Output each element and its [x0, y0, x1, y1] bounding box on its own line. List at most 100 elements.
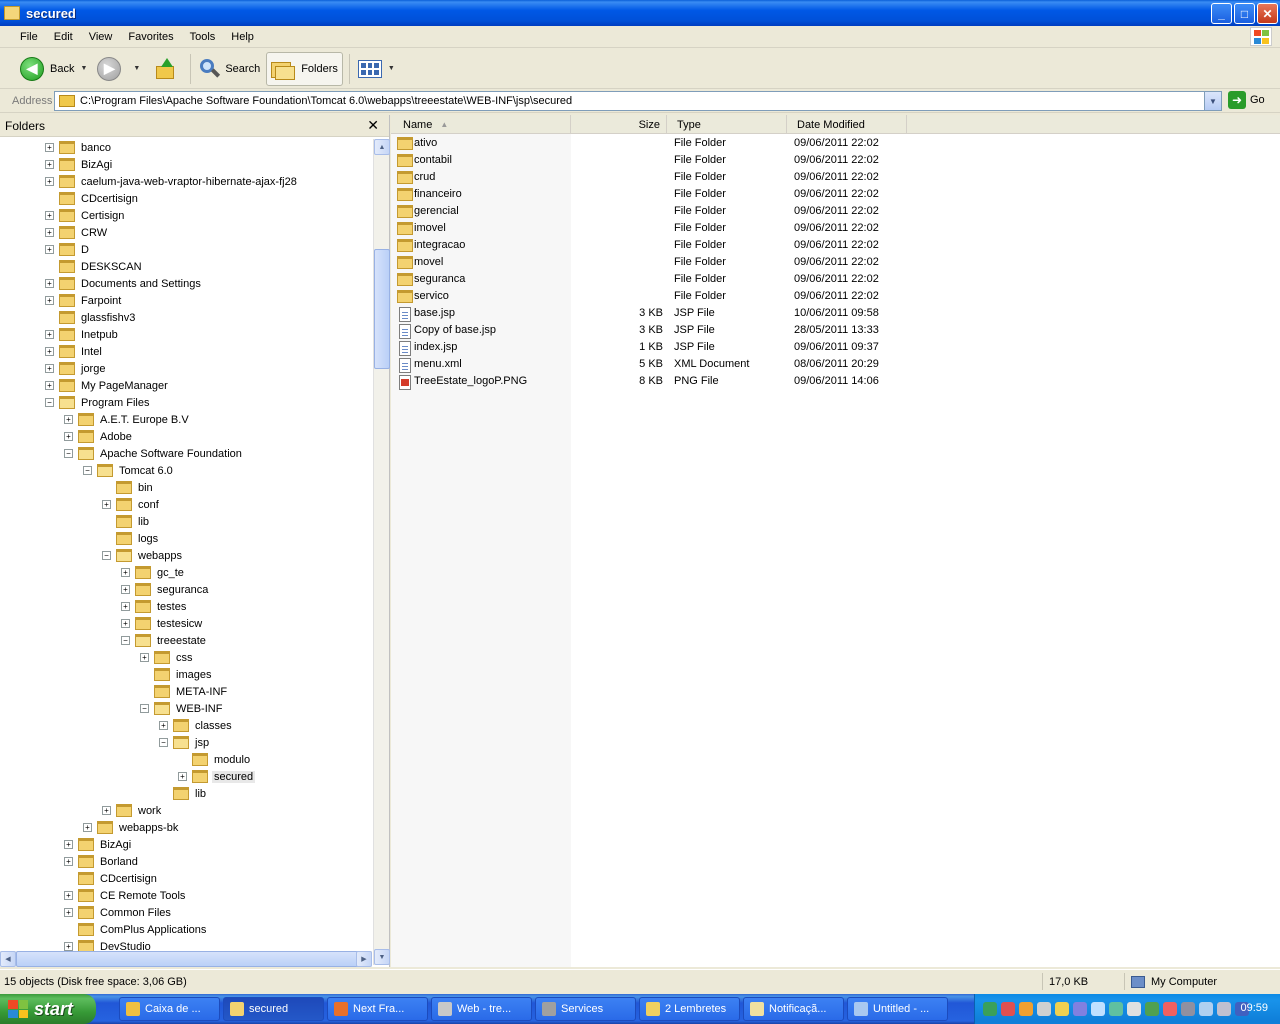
menu-edit[interactable]: Edit: [46, 29, 81, 45]
file-row[interactable]: contabil File Folder 09/06/2011 22:02: [391, 152, 991, 169]
minimize-button[interactable]: _: [1211, 3, 1232, 24]
tree-item[interactable]: − WEB-INF: [140, 700, 224, 717]
file-row[interactable]: servico File Folder 09/06/2011 22:02: [391, 288, 991, 305]
expand-icon[interactable]: +: [45, 211, 54, 220]
tree-item[interactable]: + jorge: [45, 360, 107, 377]
taskbar-button[interactable]: 2 Lembretes: [639, 997, 740, 1021]
tree-item[interactable]: + classes: [159, 717, 234, 734]
tree-item[interactable]: CDcertisign: [64, 870, 159, 887]
forward-button[interactable]: ▶ ▼: [93, 52, 144, 86]
tree-item[interactable]: + Documents and Settings: [45, 275, 203, 292]
column-type-header[interactable]: Type: [667, 115, 787, 134]
tree-item[interactable]: − Program Files: [45, 394, 151, 411]
expand-icon[interactable]: +: [64, 891, 73, 900]
menu-help[interactable]: Help: [223, 29, 262, 45]
expand-icon[interactable]: +: [45, 347, 54, 356]
expand-icon[interactable]: +: [45, 279, 54, 288]
tree-item[interactable]: + conf: [102, 496, 161, 513]
menu-view[interactable]: View: [81, 29, 121, 45]
search-icon[interactable]: [1091, 1002, 1105, 1016]
expand-icon[interactable]: +: [102, 500, 111, 509]
expand-icon[interactable]: +: [45, 228, 54, 237]
expand-icon[interactable]: +: [159, 721, 168, 730]
tree-item[interactable]: + CRW: [45, 224, 109, 241]
expand-icon[interactable]: +: [45, 160, 54, 169]
file-row[interactable]: TreeEstate_logoP.PNG 8 KB PNG File 09/06/20…: [391, 373, 991, 390]
tree-item[interactable]: ComPlus Applications: [64, 921, 208, 938]
tray-icon[interactable]: [1037, 1002, 1051, 1016]
go-button[interactable]: ➜ Go: [1228, 91, 1265, 109]
tree-item[interactable]: logs: [102, 530, 160, 547]
expand-icon[interactable]: +: [121, 585, 130, 594]
tree-item[interactable]: CDcertisign: [45, 190, 140, 207]
file-row[interactable]: Copy of base.jsp 3 KB JSP File 28/05/2011 1…: [391, 322, 991, 339]
expand-icon[interactable]: +: [45, 143, 54, 152]
menu-favorites[interactable]: Favorites: [120, 29, 181, 45]
tree-vertical-scrollbar[interactable]: ▲ ▼: [373, 139, 390, 965]
taskbar-button[interactable]: Web - tre...: [431, 997, 532, 1021]
taskbar-button[interactable]: secured: [223, 997, 324, 1021]
expand-icon[interactable]: +: [64, 415, 73, 424]
tree-item[interactable]: + Inetpub: [45, 326, 120, 343]
expand-icon[interactable]: +: [64, 908, 73, 917]
tree-item[interactable]: glassfishv3: [45, 309, 137, 326]
tree-item[interactable]: + caelum-java-web-vraptor-hibernate-ajax-…: [45, 173, 299, 190]
tray-icon[interactable]: [1127, 1002, 1141, 1016]
volume-icon[interactable]: [1181, 1002, 1195, 1016]
address-dropdown-button[interactable]: ▼: [1204, 92, 1221, 110]
tree-item[interactable]: lib: [159, 785, 208, 802]
tree-item[interactable]: + Intel: [45, 343, 104, 360]
tree-item[interactable]: + Farpoint: [45, 292, 123, 309]
tray-icon[interactable]: [1109, 1002, 1123, 1016]
taskbar-button[interactable]: Next Fra...: [327, 997, 428, 1021]
column-size-header[interactable]: Size: [571, 115, 667, 134]
tree-item[interactable]: images: [140, 666, 213, 683]
tree-item[interactable]: + banco: [45, 139, 113, 156]
back-dropdown-icon[interactable]: ▼: [80, 65, 87, 72]
column-name-header[interactable]: Name ▲: [391, 115, 571, 134]
collapse-icon[interactable]: −: [159, 738, 168, 747]
tray-icon[interactable]: [1163, 1002, 1177, 1016]
start-button[interactable]: start: [0, 994, 96, 1024]
tray-icon[interactable]: [1217, 1002, 1231, 1016]
collapse-icon[interactable]: −: [64, 449, 73, 458]
collapse-icon[interactable]: −: [102, 551, 111, 560]
tray-icon[interactable]: [1019, 1002, 1033, 1016]
forward-dropdown-icon[interactable]: ▼: [133, 65, 140, 72]
tree-item[interactable]: + testesicw: [121, 615, 204, 632]
back-button[interactable]: ◀ Back ▼: [16, 52, 91, 86]
expand-icon[interactable]: +: [102, 806, 111, 815]
search-button[interactable]: Search: [195, 52, 264, 86]
tray-icon[interactable]: [1001, 1002, 1015, 1016]
tree-item[interactable]: − treeestate: [121, 632, 208, 649]
taskbar-button[interactable]: Caixa de ...: [119, 997, 220, 1021]
tree-item[interactable]: + testes: [121, 598, 188, 615]
views-dropdown-icon[interactable]: ▼: [388, 65, 395, 72]
file-row[interactable]: menu.xml 5 KB XML Document 08/06/2011 20:29: [391, 356, 991, 373]
scroll-down-button[interactable]: ▼: [374, 949, 390, 965]
tray-icon[interactable]: [983, 1002, 997, 1016]
folders-button[interactable]: Folders: [266, 51, 343, 86]
expand-icon[interactable]: +: [45, 330, 54, 339]
address-input[interactable]: C:\Program Files\Apache Software Foundat…: [54, 91, 1222, 111]
collapse-icon[interactable]: −: [45, 398, 54, 407]
scroll-left-button[interactable]: ◀: [0, 951, 16, 967]
taskbar-button[interactable]: Notificaçã...: [743, 997, 844, 1021]
close-pane-button[interactable]: ✕: [367, 117, 379, 134]
taskbar-button[interactable]: Untitled - ...: [847, 997, 948, 1021]
expand-icon[interactable]: +: [64, 857, 73, 866]
tree-item[interactable]: + BizAgi: [45, 156, 114, 173]
file-row[interactable]: imovel File Folder 09/06/2011 22:02: [391, 220, 991, 237]
views-button[interactable]: ▼: [354, 52, 399, 86]
tree-item[interactable]: + seguranca: [121, 581, 210, 598]
tree-item[interactable]: DESKSCAN: [45, 258, 144, 275]
scroll-up-button[interactable]: ▲: [374, 139, 390, 155]
tree-item[interactable]: + BizAgi: [64, 836, 133, 853]
expand-icon[interactable]: +: [121, 568, 130, 577]
tree-item[interactable]: + Common Files: [64, 904, 173, 921]
collapse-icon[interactable]: −: [83, 466, 92, 475]
column-date-header[interactable]: Date Modified: [787, 115, 907, 134]
expand-icon[interactable]: +: [64, 432, 73, 441]
tree-item[interactable]: + My PageManager: [45, 377, 170, 394]
tree-horizontal-scrollbar[interactable]: ◀ ▶: [0, 951, 372, 967]
